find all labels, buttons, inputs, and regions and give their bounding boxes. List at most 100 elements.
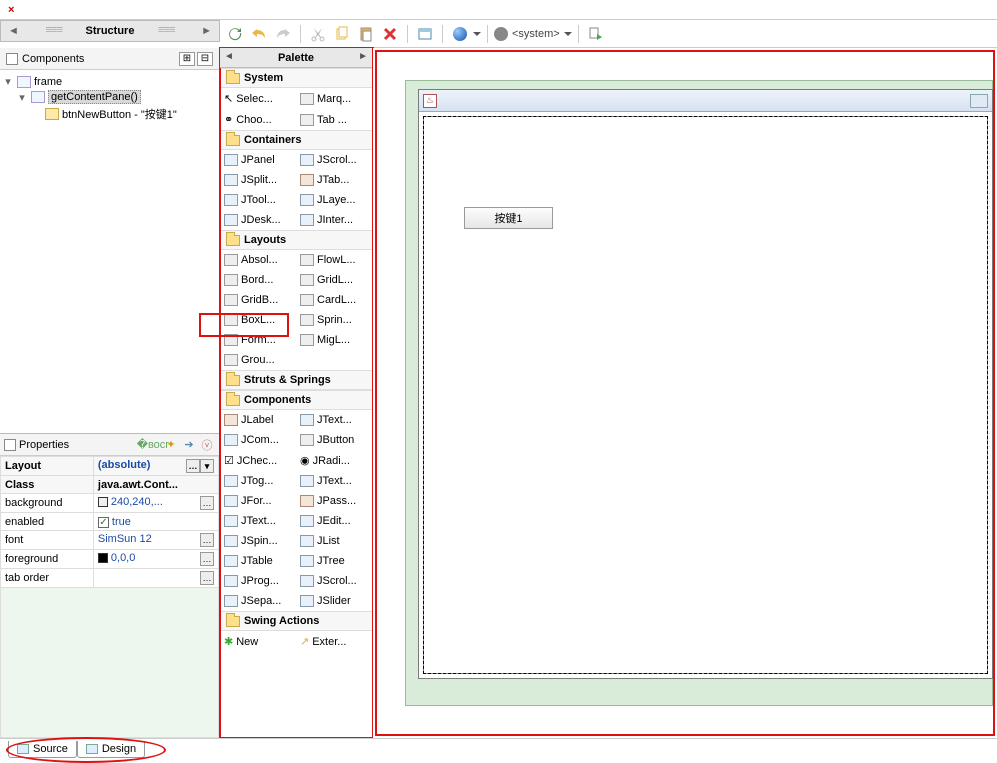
scroll-right-icon[interactable]: ►: [358, 51, 368, 62]
prop-value[interactable]: java.awt.Cont...: [98, 479, 178, 491]
palette-item-jdesktoppane[interactable]: JDesk...: [220, 210, 296, 230]
palette-item-cardlayout[interactable]: CardL...: [296, 290, 372, 310]
prop-value[interactable]: SimSun 12: [98, 533, 152, 545]
palette-item-jpanel[interactable]: JPanel: [220, 150, 296, 170]
prop-value[interactable]: 0,0,0: [111, 552, 135, 564]
palette-item-jtogglebutton[interactable]: JTog...: [220, 471, 296, 491]
palette-item-jpassword[interactable]: JPass...: [296, 491, 372, 511]
palette-item-jtoolbar[interactable]: JTool...: [220, 190, 296, 210]
expand-all-button[interactable]: ⊞: [179, 52, 195, 66]
show-events-button[interactable]: ✦: [163, 437, 179, 453]
palette-item-jformatted[interactable]: JFor...: [220, 491, 296, 511]
palette-item-jtextfield[interactable]: JText...: [296, 410, 372, 430]
palette-item-miglayout[interactable]: MigL...: [296, 330, 372, 350]
goto-button[interactable]: [585, 23, 607, 45]
tab-source[interactable]: Source: [8, 741, 77, 758]
palette-item-formlayout[interactable]: Form...: [220, 330, 296, 350]
palette-item-jscrollbar[interactable]: JScrol...: [296, 571, 372, 591]
palette-item-taborder[interactable]: Tab ...: [296, 109, 372, 130]
paste-button[interactable]: [355, 23, 377, 45]
collapse-all-button[interactable]: ⊟: [197, 52, 213, 66]
palette-item-borderlayout[interactable]: Bord...: [220, 270, 296, 290]
palette-item-gridbag[interactable]: GridB...: [220, 290, 296, 310]
preview-frame[interactable]: ♨ 按键1: [418, 89, 993, 679]
palette-category-system[interactable]: System: [220, 68, 372, 88]
palette-item-jinternalframe[interactable]: JInter...: [296, 210, 372, 230]
palette-item-boxlayout[interactable]: BoxL...: [220, 310, 296, 330]
palette-item-flowlayout[interactable]: FlowL...: [296, 250, 372, 270]
palette-item-selection[interactable]: ↖Selec...: [220, 88, 296, 109]
preview-contentpane[interactable]: 按键1: [423, 116, 988, 674]
test-button[interactable]: [414, 23, 436, 45]
more-button[interactable]: …: [200, 496, 214, 510]
palette-item-jradiobutton[interactable]: ◉JRadi...: [296, 450, 372, 471]
undo-button[interactable]: [248, 23, 270, 45]
palette-item-jcheckbox[interactable]: ☑JChec...: [220, 450, 296, 471]
close-icon[interactable]: ×: [8, 4, 14, 16]
tree-node-contentpane[interactable]: ▾getContentPane(): [2, 89, 217, 105]
palette-item-jseparator[interactable]: JSepa...: [220, 591, 296, 611]
palette-item-absolutelayout[interactable]: Absol...: [220, 250, 296, 270]
preview-button[interactable]: 按键1: [464, 207, 553, 229]
palette-item-jsplitpane[interactable]: JSplit...: [220, 170, 296, 190]
palette-item-jlist[interactable]: JList: [296, 531, 372, 551]
editor-tab[interactable]: ×: [8, 4, 14, 16]
show-advanced-button[interactable]: �восг: [145, 437, 161, 453]
tree-node-frame[interactable]: ▾frame: [2, 74, 217, 89]
palette-item-jprogressbar[interactable]: JProg...: [220, 571, 296, 591]
palette-item-jeditorpane[interactable]: JEdit...: [296, 511, 372, 531]
tab-design[interactable]: Design: [77, 741, 145, 758]
palette-scroll[interactable]: System ↖Selec... Marq... ⚭Choo... Tab ..…: [220, 68, 372, 738]
design-canvas[interactable]: ♨ 按键1: [373, 48, 997, 738]
preview-titlebar[interactable]: ♨: [419, 90, 992, 112]
palette-item-jslider[interactable]: JSlider: [296, 591, 372, 611]
palette-item-gridlayout[interactable]: GridL...: [296, 270, 372, 290]
more-button[interactable]: …: [200, 552, 214, 566]
more-button[interactable]: …: [186, 459, 200, 473]
dropdown-button[interactable]: ▾: [200, 459, 214, 473]
palette-item-jtabbedpane[interactable]: JTab...: [296, 170, 372, 190]
palette-item-jtable[interactable]: JTable: [220, 551, 296, 571]
palette-item-springlayout[interactable]: Sprin...: [296, 310, 372, 330]
palette-item-jscrollpane[interactable]: JScrol...: [296, 150, 372, 170]
collapse-right-icon[interactable]: ►: [198, 25, 215, 37]
collapse-left-icon[interactable]: ◄: [5, 25, 22, 37]
copy-button[interactable]: [331, 23, 353, 45]
dropdown-icon[interactable]: [473, 30, 481, 38]
refresh-button[interactable]: [224, 23, 246, 45]
palette-item-marquee[interactable]: Marq...: [296, 88, 372, 109]
redo-button[interactable]: [272, 23, 294, 45]
locale-button[interactable]: [449, 23, 471, 45]
tree-node-button[interactable]: btnNewButton - "按键1": [2, 105, 217, 123]
palette-category-containers[interactable]: Containers: [220, 130, 372, 150]
checkbox-icon[interactable]: ✓: [98, 517, 109, 528]
palette-item-jtextarea[interactable]: JText...: [296, 471, 372, 491]
minimize-button[interactable]: [970, 94, 988, 108]
delete-button[interactable]: [379, 23, 401, 45]
prop-value[interactable]: (absolute): [98, 459, 151, 471]
prop-value[interactable]: true: [112, 516, 131, 528]
palette-item-grouplayout[interactable]: Grou...: [220, 350, 372, 370]
palette-category-components[interactable]: Components: [220, 390, 372, 410]
cut-button[interactable]: [307, 23, 329, 45]
properties-table[interactable]: Layout(absolute)▾… Classjava.awt.Cont...…: [0, 456, 219, 588]
palette-category-struts[interactable]: Struts & Springs: [220, 370, 372, 390]
palette-item-jlayeredpane[interactable]: JLaye...: [296, 190, 372, 210]
palette-category-layouts[interactable]: Layouts: [220, 230, 372, 250]
palette-item-choose[interactable]: ⚭Choo...: [220, 109, 296, 130]
palette-item-externalaction[interactable]: ↗Exter...: [296, 631, 372, 652]
laf-selector[interactable]: <system>: [494, 27, 572, 41]
vars-button[interactable]: ⓥ: [199, 437, 215, 453]
prop-value[interactable]: 240,240,...: [111, 496, 163, 508]
more-button[interactable]: …: [200, 571, 214, 585]
palette-item-jtextpane[interactable]: JText...: [220, 511, 296, 531]
palette-item-newaction[interactable]: ✱New: [220, 631, 296, 652]
palette-category-swingactions[interactable]: Swing Actions: [220, 611, 372, 631]
scroll-left-icon[interactable]: ◄: [224, 51, 234, 62]
palette-item-jbutton[interactable]: JButton: [296, 430, 372, 450]
more-button[interactable]: …: [200, 533, 214, 547]
palette-item-jtree[interactable]: JTree: [296, 551, 372, 571]
palette-item-jcombobox[interactable]: JCom...: [220, 430, 296, 450]
palette-item-jspinner[interactable]: JSpin...: [220, 531, 296, 551]
component-tree[interactable]: ▾frame ▾getContentPane() btnNewButton - …: [0, 70, 219, 433]
